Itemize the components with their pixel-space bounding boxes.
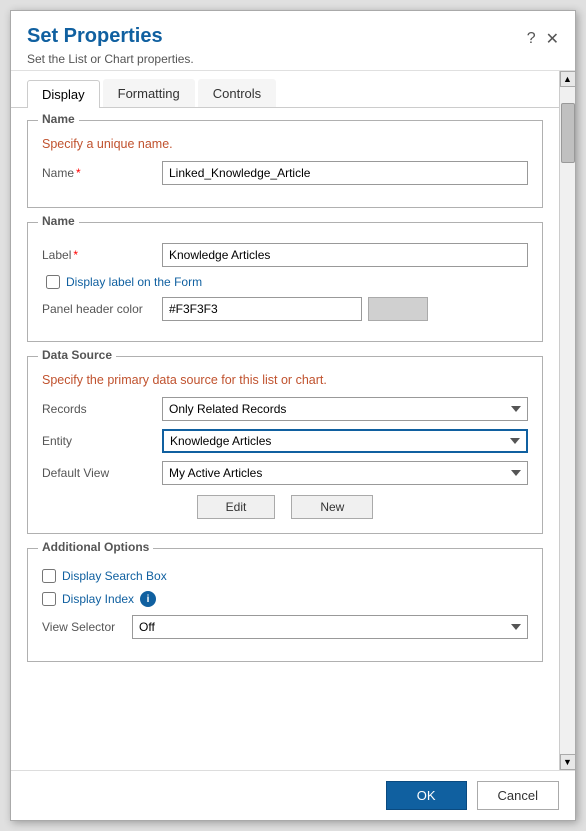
data-source-buttons: Edit New <box>42 495 528 519</box>
default-view-select[interactable]: My Active Articles Active Articles All A… <box>162 461 528 485</box>
entity-label: Entity <box>42 434 162 448</box>
scroll-down-arrow[interactable]: ▼ <box>560 754 576 770</box>
records-row: Records Only Related Records All Records <box>42 397 528 421</box>
header-actions: ? ✕ <box>527 29 559 49</box>
dialog-content: Display Formatting Controls Name Specify… <box>11 71 559 770</box>
entity-select[interactable]: Knowledge Articles <box>162 429 528 453</box>
label-label: Label* <box>42 248 162 262</box>
scrollbar-thumb[interactable] <box>561 103 575 163</box>
scroll-up-arrow[interactable]: ▲ <box>560 71 576 87</box>
display-search-box-checkbox[interactable] <box>42 569 56 583</box>
panel-color-label: Panel header color <box>42 302 162 316</box>
dialog-header: Set Properties Set the List or Chart pro… <box>11 11 575 71</box>
label-input[interactable] <box>162 243 528 267</box>
close-icon[interactable]: ✕ <box>546 29 559 49</box>
records-select[interactable]: Only Related Records All Records <box>162 397 528 421</box>
name-input[interactable] <box>162 161 528 185</box>
display-search-box-label: Display Search Box <box>62 569 167 583</box>
display-label-row: Display label on the Form <box>46 275 528 289</box>
name-label: Name* <box>42 166 162 180</box>
name-section: Name Specify a unique name. Name* <box>27 120 543 208</box>
label-section: Name Label* Display label on the Form Pa… <box>27 222 543 342</box>
panel-color-input[interactable] <box>162 297 362 321</box>
dialog-subtitle: Set the List or Chart properties. <box>27 52 194 66</box>
display-label-text: Display label on the Form <box>66 275 202 289</box>
label-required-star: * <box>73 248 78 262</box>
new-button[interactable]: New <box>291 495 373 519</box>
data-source-desc: Specify the primary data source for this… <box>42 373 528 387</box>
additional-options-section: Additional Options Display Search Box Di… <box>27 548 543 662</box>
help-icon[interactable]: ? <box>527 30 536 48</box>
display-index-label: Display Index <box>62 592 134 606</box>
view-selector-label: View Selector <box>42 620 132 634</box>
name-section-legend: Name <box>38 112 79 126</box>
name-section-desc: Specify a unique name. <box>42 137 528 151</box>
label-section-legend: Name <box>38 214 79 228</box>
records-label: Records <box>42 402 162 416</box>
tab-formatting[interactable]: Formatting <box>103 79 195 107</box>
name-row: Name* <box>42 161 528 185</box>
panel-color-row: Panel header color <box>42 297 528 321</box>
display-label-checkbox[interactable] <box>46 275 60 289</box>
additional-options-legend: Additional Options <box>38 540 153 554</box>
set-properties-dialog: Set Properties Set the List or Chart pro… <box>10 10 576 821</box>
dialog-title: Set Properties <box>27 25 194 48</box>
search-box-row: Display Search Box <box>42 569 528 583</box>
color-swatch[interactable] <box>368 297 428 321</box>
scrollbar-area: Display Formatting Controls Name Specify… <box>11 71 575 770</box>
data-source-section: Data Source Specify the primary data sou… <box>27 356 543 534</box>
scrollbar[interactable]: ▲ ▼ <box>559 71 575 770</box>
default-view-label: Default View <box>42 466 162 480</box>
view-selector-row: View Selector Off Show All Views Show Se… <box>42 615 528 639</box>
display-index-info-icon[interactable]: i <box>140 591 156 607</box>
tab-controls[interactable]: Controls <box>198 79 276 107</box>
ok-button[interactable]: OK <box>386 781 467 810</box>
dialog-footer: OK Cancel <box>11 770 575 820</box>
edit-button[interactable]: Edit <box>197 495 276 519</box>
tab-display[interactable]: Display <box>27 80 100 108</box>
display-index-row: Display Index i <box>42 591 528 607</box>
view-selector-select[interactable]: Off Show All Views Show Selected Views <box>132 615 528 639</box>
tabs-container: Display Formatting Controls <box>11 71 559 108</box>
name-required-star: * <box>76 166 81 180</box>
entity-row: Entity Knowledge Articles <box>42 429 528 453</box>
label-row: Label* <box>42 243 528 267</box>
header-text: Set Properties Set the List or Chart pro… <box>27 25 194 66</box>
data-source-legend: Data Source <box>38 348 116 362</box>
cancel-button[interactable]: Cancel <box>477 781 559 810</box>
default-view-row: Default View My Active Articles Active A… <box>42 461 528 485</box>
display-index-checkbox[interactable] <box>42 592 56 606</box>
tab-content: Name Specify a unique name. Name* Name <box>11 108 559 688</box>
